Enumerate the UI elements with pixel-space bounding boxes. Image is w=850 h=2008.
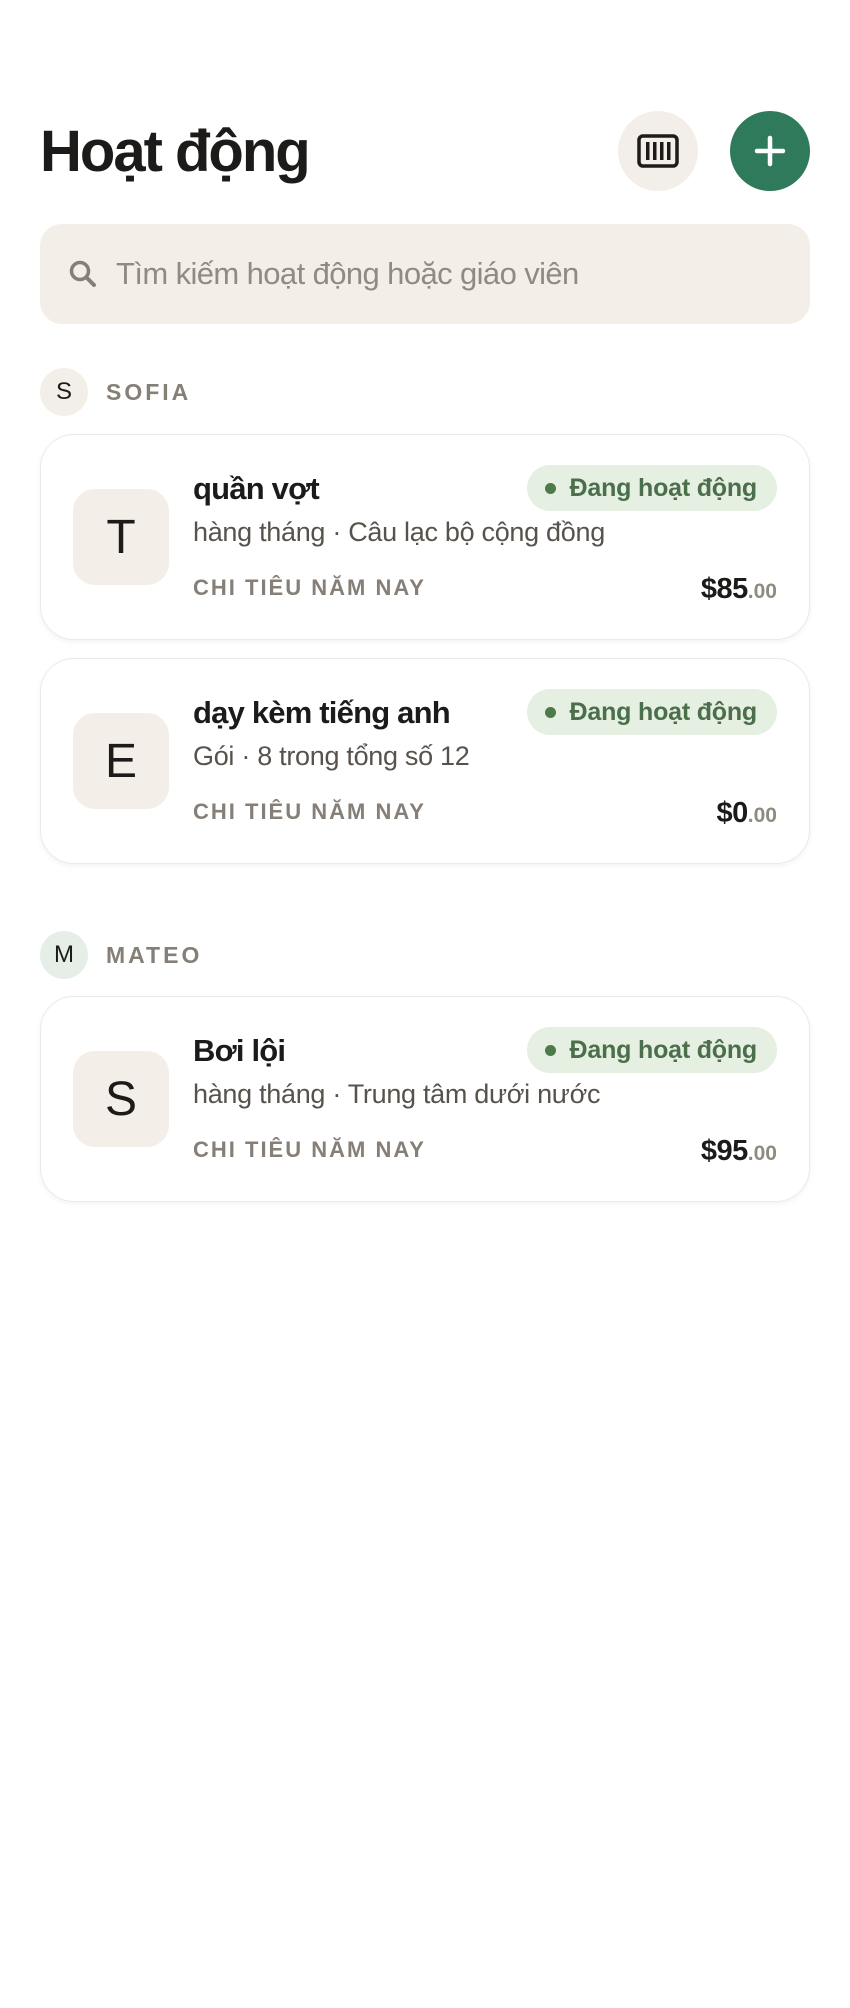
status-dot-icon xyxy=(544,1044,556,1056)
spend-amount: $95 .00 xyxy=(701,1135,777,1168)
amount-cents: .00 xyxy=(747,1142,777,1165)
search-icon xyxy=(69,260,96,287)
amount-main: $0 xyxy=(716,797,749,829)
group-header-sofia: S SOFIA xyxy=(40,368,191,416)
search-input[interactable] xyxy=(116,256,782,292)
header: Hoạt động xyxy=(40,110,810,192)
activity-title: Bơi lội xyxy=(193,1033,286,1068)
search-bar[interactable] xyxy=(40,224,810,324)
activity-avatar: T xyxy=(73,489,169,585)
spend-label: CHI TIÊU NĂM NAY xyxy=(193,1137,426,1162)
status-dot-icon xyxy=(544,482,556,494)
barcode-icon xyxy=(637,134,679,168)
status-badge: Đang hoạt động xyxy=(526,1027,777,1073)
group-name: SOFIA xyxy=(106,378,192,405)
page-title: Hoạt động xyxy=(40,118,311,184)
spend-amount: $85 .00 xyxy=(701,573,777,606)
barcode-button[interactable] xyxy=(618,111,698,191)
amount-cents: .00 xyxy=(747,580,777,603)
spend-amount: $0 .00 xyxy=(717,797,777,830)
group-name: MATEO xyxy=(106,941,203,968)
activity-subtitle: hàng tháng · Câu lạc bộ cộng đồng xyxy=(193,517,605,547)
amount-main: $95 xyxy=(700,1135,748,1167)
status-text: Đang hoạt động xyxy=(569,1035,758,1064)
activity-avatar: S xyxy=(73,1051,169,1147)
avatar: M xyxy=(40,931,88,979)
activity-card-swimming[interactable]: S Bơi lội hàng tháng · Trung tâm dưới nư… xyxy=(40,996,810,1202)
add-activity-button[interactable] xyxy=(730,111,810,191)
activity-card-english-tutoring[interactable]: E dạy kèm tiếng anh Gói · 8 trong tổng s… xyxy=(40,658,810,864)
status-text: Đang hoạt động xyxy=(569,697,758,726)
plus-icon xyxy=(754,135,786,167)
status-dot-icon xyxy=(544,706,556,718)
activity-title: quần vợt xyxy=(193,471,320,506)
status-badge: Đang hoạt động xyxy=(526,689,777,735)
activity-subtitle: hàng tháng · Trung tâm dưới nước xyxy=(193,1079,601,1109)
spend-label: CHI TIÊU NĂM NAY xyxy=(193,575,426,600)
amount-cents: .00 xyxy=(747,804,777,827)
activity-title: dạy kèm tiếng anh xyxy=(193,695,451,730)
avatar: S xyxy=(40,368,88,416)
header-actions xyxy=(618,111,810,191)
spend-label: CHI TIÊU NĂM NAY xyxy=(193,799,426,824)
activity-subtitle: Gói · 8 trong tổng số 12 xyxy=(193,741,470,771)
activity-card-tennis[interactable]: T quần vợt hàng tháng · Câu lạc bộ cộng … xyxy=(40,434,810,640)
activities-screen: Hoạt động Tìm kiếm hoạt động hoặc giáo v… xyxy=(0,0,850,2008)
status-text: Đang hoạt động xyxy=(569,473,758,502)
activity-avatar: E xyxy=(73,713,169,809)
status-badge: Đang hoạt động xyxy=(526,465,777,511)
amount-main: $85 xyxy=(700,573,748,605)
group-header-mateo: M MATEO xyxy=(40,931,202,979)
